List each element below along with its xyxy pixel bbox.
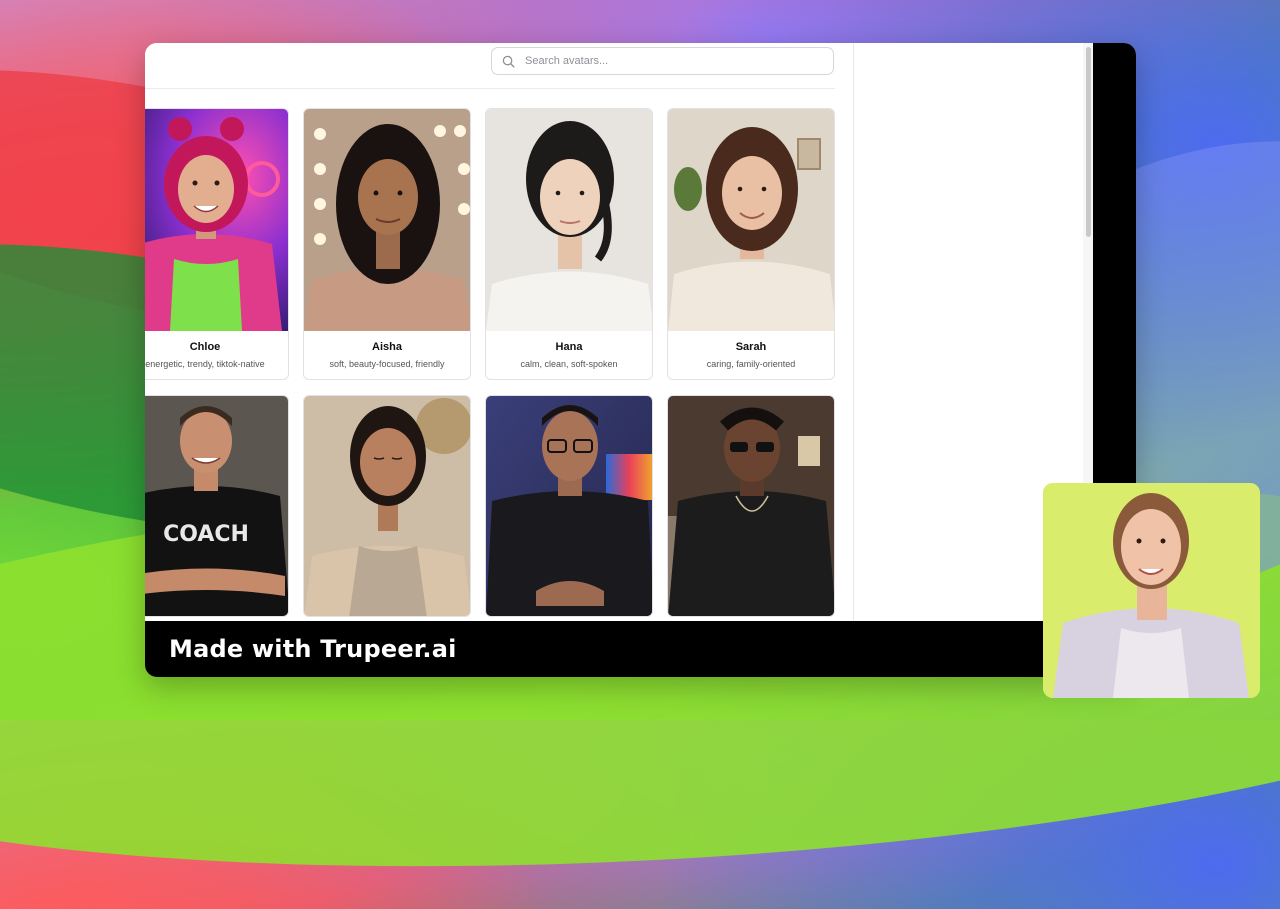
avatar-card-yoga[interactable] (303, 395, 471, 617)
avatar-description: caring, family-oriented (706, 359, 796, 369)
watermark-text: Made with Trupeer.ai (169, 635, 457, 663)
avatar-card-casual[interactable] (667, 395, 835, 617)
search-icon (502, 55, 515, 68)
avatar-name: Aisha (372, 341, 402, 353)
presenter-webcam (1043, 483, 1260, 698)
avatar-card-coach[interactable]: COACH (145, 395, 289, 617)
header-divider (145, 88, 835, 89)
avatar-panel: Chloe energetic, trendy, tiktok-native (145, 43, 854, 621)
app-window: Chloe energetic, trendy, tiktok-native (145, 43, 1136, 677)
avatar-card-chloe[interactable]: Chloe energetic, trendy, tiktok-native (145, 108, 289, 380)
avatar-name: Sarah (735, 341, 767, 353)
avatar-photo (304, 109, 470, 331)
avatar-photo (486, 396, 652, 616)
avatar-photo (668, 396, 834, 616)
scrollbar-thumb[interactable] (1086, 47, 1091, 237)
avatar-card-sarah[interactable]: Sarah caring, family-oriented (667, 108, 835, 380)
avatar-photo (668, 109, 834, 331)
avatar-photo: COACH (145, 396, 288, 616)
presenter-video (1043, 483, 1260, 698)
watermark-bar: Made with Trupeer.ai (145, 621, 1136, 677)
avatar-photo (486, 109, 652, 331)
avatar-photo (304, 396, 470, 616)
avatar-photo (145, 109, 288, 331)
avatar-card-aisha[interactable]: Aisha soft, beauty-focused, friendly (303, 108, 471, 380)
avatar-name: Chloe (189, 341, 221, 353)
avatar-description: energetic, trendy, tiktok-native (145, 359, 265, 369)
avatar-card-tech[interactable] (485, 395, 653, 617)
avatar-card-hana[interactable]: Hana calm, clean, soft-spoken (485, 108, 653, 380)
avatar-description: calm, clean, soft-spoken (520, 359, 618, 369)
search-input[interactable] (523, 54, 817, 68)
search-box[interactable] (491, 47, 834, 75)
avatar-library: Chloe energetic, trendy, tiktok-native (145, 43, 1083, 621)
avatar-name: Hana (555, 341, 583, 353)
avatar-description: soft, beauty-focused, friendly (329, 359, 445, 369)
shirt-text: COACH (163, 522, 249, 547)
